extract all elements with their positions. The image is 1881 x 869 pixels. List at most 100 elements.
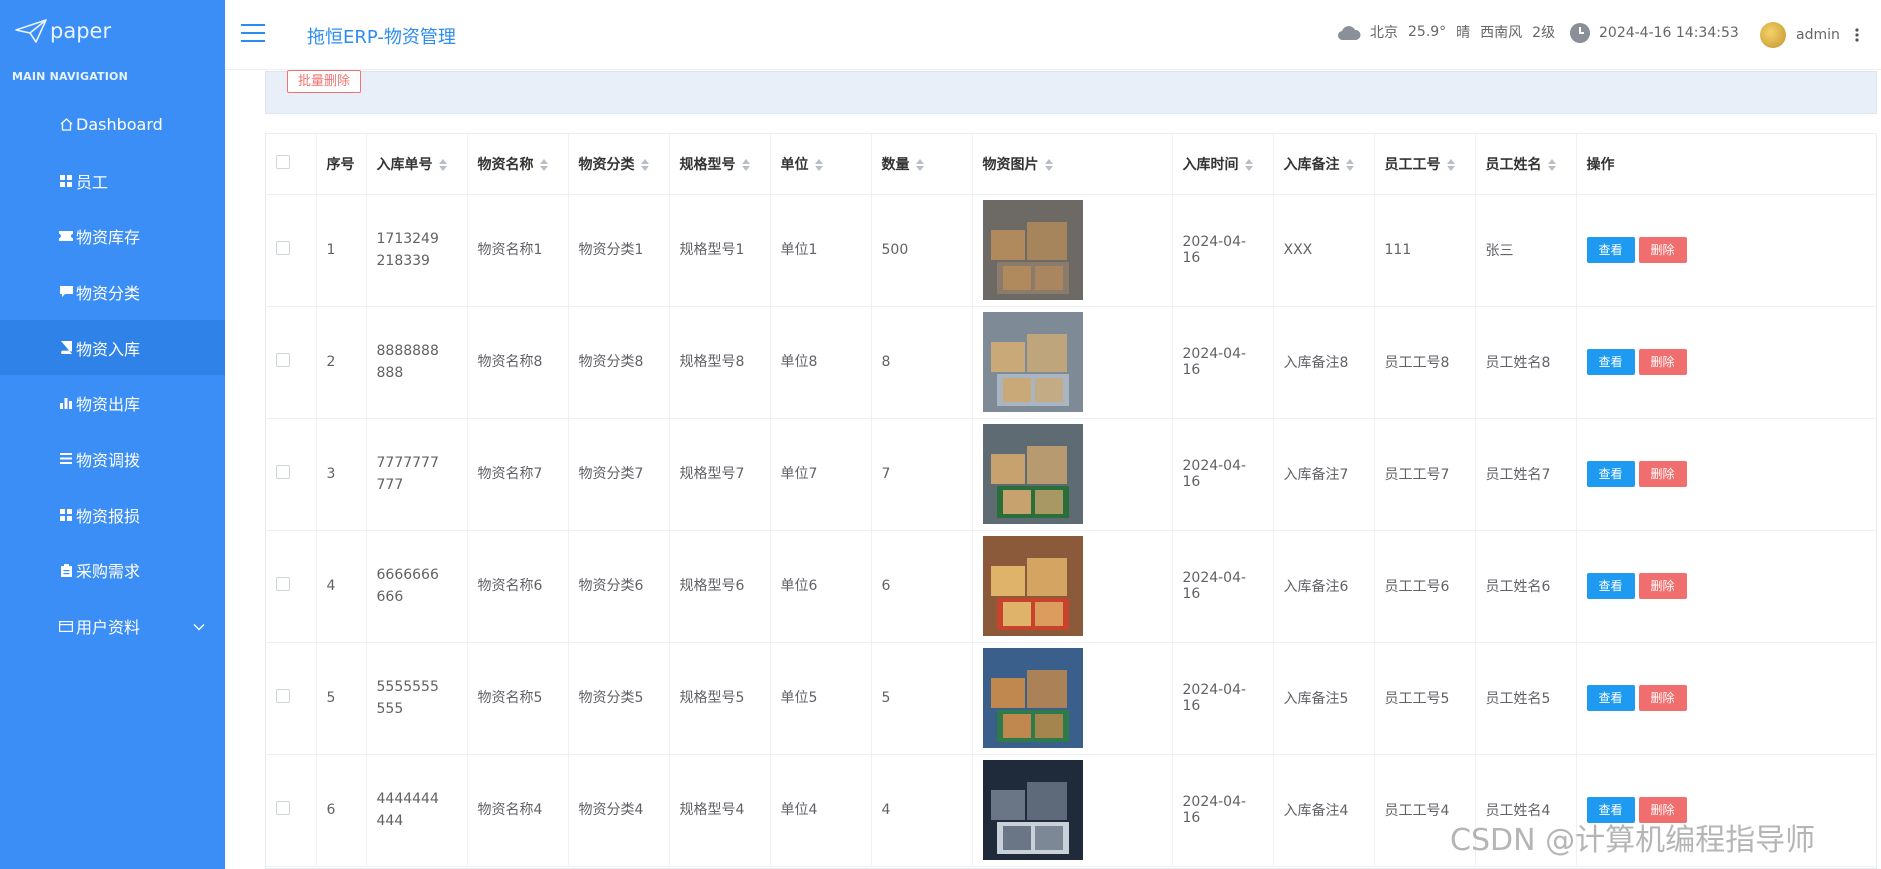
batch-delete-button[interactable]: 批量删除 xyxy=(287,70,362,93)
row-checkbox[interactable] xyxy=(276,689,290,703)
row-select-cell[interactable] xyxy=(266,530,317,643)
column-label: 规格型号 xyxy=(679,156,736,173)
row-checkbox[interactable] xyxy=(276,353,290,367)
table-header-row: 序号 入库单号 物资名称 物资分类 规格型号 单位 数量 物资图片 入库时间 入… xyxy=(266,134,1876,195)
material-photo[interactable] xyxy=(982,424,1083,524)
sidebar-item-purchase[interactable]: 采购需求 xyxy=(0,543,225,599)
sort-icon[interactable] xyxy=(1044,158,1053,171)
cell-text: 入库备注4 xyxy=(1283,803,1349,819)
weather-wind: 西南风 xyxy=(1480,25,1523,41)
view-button[interactable]: 查看 xyxy=(1586,237,1635,263)
column-header[interactable]: 规格型号 xyxy=(669,134,771,195)
column-header[interactable]: 入库时间 xyxy=(1172,134,1274,195)
cell-text: 2024-04-16 xyxy=(1182,346,1247,378)
sidebar-item-damage[interactable]: 物资报损 xyxy=(0,487,225,543)
column-header[interactable]: 员工姓名 xyxy=(1475,134,1577,195)
view-button[interactable]: 查看 xyxy=(1586,573,1635,599)
material-photo[interactable] xyxy=(982,200,1083,300)
row-select-cell[interactable] xyxy=(266,754,317,867)
sidebar-item-transfer[interactable]: 物资调拨 xyxy=(0,431,225,487)
delete-button[interactable]: 删除 xyxy=(1638,685,1687,711)
column-label: 入库备注 xyxy=(1283,156,1340,173)
row-checkbox[interactable] xyxy=(276,465,290,479)
material-photo[interactable] xyxy=(982,760,1083,860)
view-button[interactable]: 查看 xyxy=(1586,349,1635,375)
sort-icon[interactable] xyxy=(640,158,649,171)
row-select-cell[interactable] xyxy=(266,642,317,755)
sort-icon[interactable] xyxy=(1446,158,1455,171)
sort-icon[interactable] xyxy=(438,158,447,171)
cell-qty: 4 xyxy=(871,754,973,867)
weather-city: 北京 xyxy=(1370,25,1398,41)
column-header: 操作 xyxy=(1576,134,1876,195)
sidebar-item-category[interactable]: 物资分类 xyxy=(0,264,225,320)
sort-icon[interactable] xyxy=(539,158,548,171)
cell-unit: 单位7 xyxy=(770,418,872,531)
cell-text: 物资分类1 xyxy=(578,242,644,258)
view-button[interactable]: 查看 xyxy=(1586,461,1635,487)
sidebar-item-stock-in[interactable]: 物资入库 xyxy=(0,319,245,376)
cell-unit: 单位4 xyxy=(770,754,872,867)
username: admin xyxy=(1796,27,1840,43)
more-vertical-icon[interactable] xyxy=(1854,27,1860,43)
table-row: 4 6666666666 物资名称6 物资分类6 规格型号6 单位6 6 2024-04-16… xyxy=(266,530,1876,643)
column-header[interactable]: 单位 xyxy=(770,134,872,195)
delete-button[interactable]: 删除 xyxy=(1638,573,1687,599)
cell-text: 员工工号6 xyxy=(1384,579,1450,595)
row-select-cell[interactable] xyxy=(266,306,317,419)
sort-icon[interactable] xyxy=(1547,158,1556,171)
sort-icon[interactable] xyxy=(1244,158,1253,171)
chevron-down-icon[interactable] xyxy=(193,617,205,636)
view-button[interactable]: 查看 xyxy=(1586,685,1635,711)
cell-no: 2 xyxy=(316,306,367,419)
sort-icon[interactable] xyxy=(814,158,823,171)
cell-text: 规格型号6 xyxy=(679,578,745,594)
material-photo[interactable] xyxy=(982,648,1083,748)
delete-button[interactable]: 删除 xyxy=(1638,237,1687,263)
sidebar-item-inventory[interactable]: 物资库存 xyxy=(0,208,225,264)
sort-icon[interactable] xyxy=(915,158,924,171)
column-label: 数量 xyxy=(881,156,910,173)
select-all-checkbox[interactable] xyxy=(276,154,290,169)
cell-spec: 规格型号7 xyxy=(669,418,771,531)
user-menu[interactable]: admin xyxy=(1760,22,1860,48)
cell-text: 6 xyxy=(326,802,336,818)
cell-actions: 查看 删除 xyxy=(1576,306,1876,419)
cell-qty: 5 xyxy=(871,642,973,755)
sort-icon[interactable] xyxy=(741,158,750,171)
cell-time: 2024-04-16 xyxy=(1172,754,1274,867)
material-photo[interactable] xyxy=(982,536,1083,636)
row-checkbox[interactable] xyxy=(276,241,290,255)
row-select-cell[interactable] xyxy=(266,418,317,531)
sidebar-item-dashboard[interactable]: Dashboard xyxy=(0,97,225,153)
cell-order: 4444444444 xyxy=(366,754,468,867)
cell-order: 7777777777 xyxy=(366,418,468,531)
cell-text: 2024-04-16 xyxy=(1182,570,1247,602)
delete-button[interactable]: 删除 xyxy=(1638,349,1687,375)
bar-chart-icon xyxy=(59,396,73,410)
column-header[interactable]: 入库单号 xyxy=(366,134,468,195)
brand-logo[interactable]: paper xyxy=(14,16,111,46)
column-header[interactable]: 物资分类 xyxy=(568,134,670,195)
sidebar-item-user-profile[interactable]: 用户资料 xyxy=(0,598,225,654)
cell-category: 物资分类7 xyxy=(568,418,670,531)
column-header[interactable]: 物资名称 xyxy=(467,134,569,195)
select-all-cell[interactable] xyxy=(266,134,317,195)
sidebar-item-employees[interactable]: 员工 xyxy=(0,153,225,209)
row-checkbox[interactable] xyxy=(276,577,290,591)
sidebar-item-stock-out[interactable]: 物资出库 xyxy=(0,375,225,431)
column-header[interactable]: 物资图片 xyxy=(972,134,1173,195)
table-row: 1 1713249218339 物资名称1 物资分类1 规格型号1 单位1 500 2024-… xyxy=(266,194,1876,307)
cell-emp_name: 员工姓名8 xyxy=(1475,306,1577,419)
cell-no: 5 xyxy=(316,642,367,755)
material-photo[interactable] xyxy=(982,312,1083,412)
row-checkbox[interactable] xyxy=(276,801,290,815)
column-header[interactable]: 员工工号 xyxy=(1374,134,1476,195)
row-select-cell[interactable] xyxy=(266,194,317,307)
sort-icon[interactable] xyxy=(1345,158,1354,171)
menu-toggle-icon[interactable] xyxy=(241,24,265,44)
column-header[interactable]: 入库备注 xyxy=(1273,134,1375,195)
column-header[interactable]: 数量 xyxy=(871,134,973,195)
cell-text: 入库备注8 xyxy=(1283,355,1349,371)
delete-button[interactable]: 删除 xyxy=(1638,461,1687,487)
